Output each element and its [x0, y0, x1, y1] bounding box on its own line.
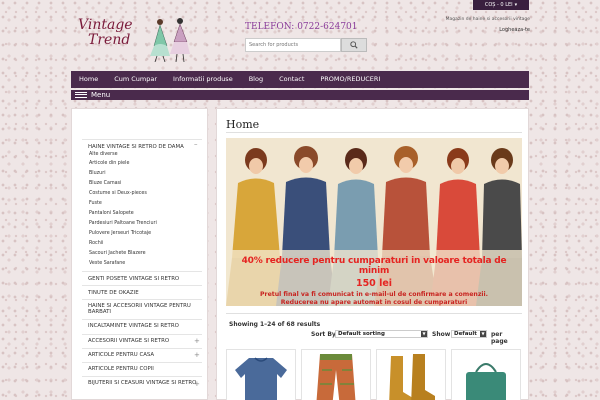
divider: [82, 334, 202, 335]
phone-number: TELEFON: 0722-624701: [245, 22, 358, 32]
nav-item-home[interactable]: Home: [71, 71, 106, 88]
nav-item-promo[interactable]: PROMO/REDUCERI: [312, 71, 388, 88]
promo-banner[interactable]: 40% reducere pentru cumparaturi in valoa…: [226, 138, 522, 306]
product-card[interactable]: [376, 349, 446, 400]
collapse-icon[interactable]: –: [194, 140, 198, 148]
per-page-select-value: Default: [454, 331, 477, 337]
nav-item-cum-cumpar[interactable]: Cum Cumpar: [106, 71, 165, 88]
subcategory-item[interactable]: Bluzuri: [89, 171, 106, 176]
chevron-down-icon: ▾: [514, 2, 518, 8]
category-accesorii[interactable]: ACCESORII VINTAGE SI RETRO: [88, 338, 200, 344]
promo-headline: 40% reducere pentru cumparaturi in valoa…: [241, 256, 507, 276]
divider: [82, 139, 202, 140]
category-bijuterii[interactable]: BIJUTERII SI CEASURI VINTAGE SI RETRO: [88, 380, 200, 386]
search-button[interactable]: [341, 38, 367, 52]
divider: [82, 285, 202, 286]
category-haine-dama[interactable]: HAINE VINTAGE SI RETRO DE DAMA: [88, 144, 200, 150]
sort-toolbar: Sort By Default sorting ▼ Show Default ▼…: [229, 330, 519, 345]
sort-select-value: Default sorting: [338, 331, 385, 337]
per-page-label: per page: [491, 331, 508, 345]
category-tinute[interactable]: TINUTE DE OKAZIE: [88, 290, 200, 296]
subcategory-item[interactable]: Pulovere Jerseuri Tricotaje: [89, 231, 151, 236]
menu-label: Menu: [91, 91, 111, 99]
divider: [82, 348, 202, 349]
hamburger-icon: [75, 92, 87, 98]
logo-line1: Vintage: [78, 17, 133, 33]
search-bar: [245, 38, 367, 52]
subcategory-item[interactable]: Sacouri Jachete Blazere: [89, 251, 146, 256]
subcategory-item[interactable]: Alte diverse: [89, 152, 118, 157]
promo-text-block: 40% reducere pentru cumparaturi in valoa…: [226, 256, 522, 306]
product-image-boots: [389, 354, 435, 400]
nav-item-contact[interactable]: Contact: [271, 71, 312, 88]
main-content: Home 40% reducere pentru cumparaturi in …: [216, 108, 529, 400]
subcategory-item[interactable]: Veste Sarafane: [89, 261, 125, 266]
cart-label: COȘ - 0 LEI: [484, 2, 513, 8]
search-icon: [350, 41, 358, 49]
promo-amount: 150 lei: [355, 278, 393, 289]
category-barbati[interactable]: HAINE SI ACCESORII VINTAGE PENTRU BARBAT…: [88, 303, 200, 315]
cart-button[interactable]: COȘ - 0 LEI ▾: [473, 0, 529, 10]
nav-item-informatii-produse[interactable]: Informatii produse: [165, 71, 241, 88]
category-incaltaminte[interactable]: INCALTAMINTE VINTAGE SI RETRO: [88, 323, 200, 329]
divider: [226, 313, 522, 314]
subcategory-item[interactable]: Fuste: [89, 201, 102, 206]
menu-bar: Menu: [71, 90, 529, 100]
category-genti[interactable]: GENTI POSETE VINTAGE SI RETRO: [88, 276, 200, 282]
subcategory-item[interactable]: Pardesiuri Paltoane Trenciuri: [89, 221, 157, 226]
logo-dancers-image: [140, 16, 200, 63]
main-navigation: Home Cum Cumpar Informatii produse Blog …: [71, 71, 529, 88]
show-label: Show: [432, 331, 451, 338]
subcategory-item[interactable]: Costume si Deux-pieces: [89, 191, 147, 196]
product-card[interactable]: [226, 349, 296, 400]
menu-toggle-button[interactable]: Menu: [75, 91, 110, 99]
results-count: Showing 1–24 of 68 results: [229, 321, 321, 328]
chevron-down-icon: ▼: [480, 331, 486, 337]
subcategory-item[interactable]: Pantaloni Salopete: [89, 211, 134, 216]
site-tagline: Magazin de haine si accesorii vintage: [445, 17, 530, 22]
divider: [82, 362, 202, 363]
divider: [82, 271, 202, 272]
sort-by-label: Sort By: [311, 331, 336, 338]
sort-select[interactable]: Default sorting ▼: [335, 330, 428, 338]
product-card[interactable]: [451, 349, 521, 400]
category-sidebar: HAINE VINTAGE SI RETRO DE DAMA – Alte di…: [71, 108, 208, 400]
divider: [82, 299, 202, 300]
product-image-trousers: [316, 354, 356, 400]
subcategory-item[interactable]: Articole din piele: [89, 161, 129, 166]
search-input[interactable]: [245, 38, 341, 52]
category-copii[interactable]: ARTICOLE PENTRU COPII: [88, 366, 200, 372]
login-link[interactable]: Logheaza-te: [480, 27, 530, 33]
divider: [226, 132, 522, 133]
page-title: Home: [226, 118, 260, 131]
divider: [82, 319, 202, 320]
product-image-handbag: [466, 363, 506, 400]
product-card[interactable]: [301, 349, 371, 400]
promo-note-2: Reducerea nu apare automat in cosul de c…: [280, 299, 468, 306]
product-image-sweater: [235, 357, 287, 400]
expand-icon[interactable]: +: [194, 337, 200, 345]
expand-icon[interactable]: +: [194, 380, 200, 388]
subcategory-item[interactable]: Rochii: [89, 241, 103, 246]
per-page-select[interactable]: Default ▼: [451, 330, 487, 338]
category-casa[interactable]: ARTICOLE PENTRU CASA: [88, 352, 200, 358]
chevron-down-icon: ▼: [421, 331, 427, 337]
expand-icon[interactable]: +: [194, 351, 200, 359]
subcategory-item[interactable]: Bluze Camasi: [89, 181, 121, 186]
divider: [82, 376, 202, 377]
promo-note: Pretul final va fi comunicat in e-mail-u…: [259, 291, 489, 298]
nav-item-blog[interactable]: Blog: [241, 71, 271, 88]
